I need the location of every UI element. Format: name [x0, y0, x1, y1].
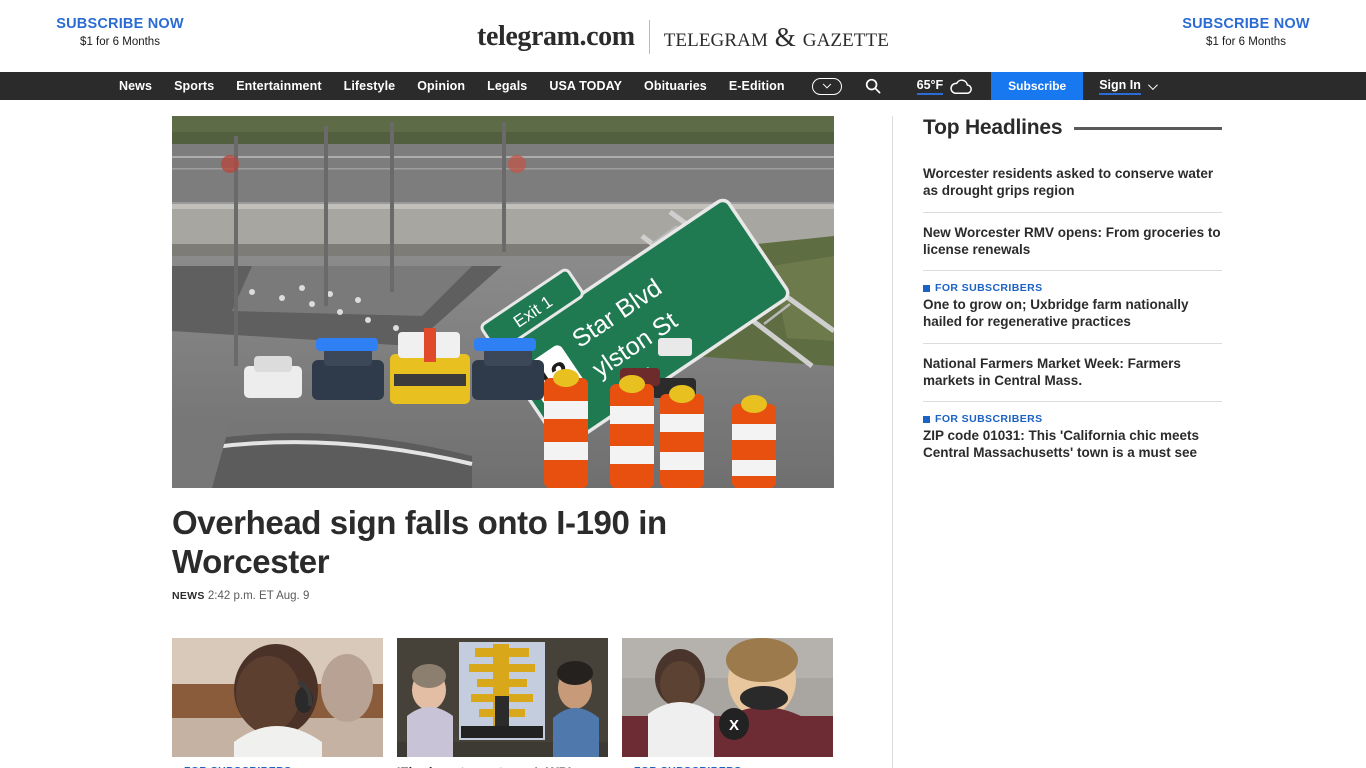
- sign-in-menu[interactable]: Sign In: [1083, 72, 1171, 100]
- weather-temperature: 65°F: [916, 78, 944, 95]
- headline-item-5[interactable]: FOR SUBSCRIBERS ZIP code 01031: This 'Ca…: [923, 402, 1222, 474]
- chevron-down-icon: [1147, 79, 1158, 90]
- hero-image[interactable]: 12 Star Blvd ylston St 1 MILE Exit 1: [172, 116, 834, 488]
- chevron-down-icon: [822, 80, 831, 89]
- top-headlines-sidebar: Top Headlines Worcester residents asked …: [892, 116, 1222, 768]
- hero-headline[interactable]: Overhead sign falls onto I-190 in Worces…: [172, 504, 772, 581]
- subscriber-badge-label: FOR SUBSCRIBERS: [935, 413, 1043, 426]
- nav-item-opinion[interactable]: Opinion: [406, 72, 476, 100]
- thumbnail-article-2[interactable]: 'Fire is not new to me': WPI: [397, 638, 608, 768]
- hero-timestamp: 2:42 p.m. ET Aug. 9: [207, 590, 310, 603]
- nav-item-entertainment[interactable]: Entertainment: [225, 72, 332, 100]
- nav-item-news[interactable]: News: [108, 72, 163, 100]
- masthead-paper-name: Telegram & Gazette: [663, 21, 889, 52]
- badge-square-icon: [923, 284, 930, 292]
- subscriber-badge-label: FOR SUBSCRIBERS: [935, 282, 1043, 295]
- nav-item-e-edition[interactable]: E-Edition: [718, 72, 796, 100]
- nav-links: News Sports Entertainment Lifestyle Opin…: [108, 72, 796, 100]
- svg-text:X: X: [729, 717, 739, 734]
- headline-title-5[interactable]: ZIP code 01031: This 'California chic me…: [923, 427, 1222, 462]
- sidebar-header: Top Headlines: [923, 116, 1222, 140]
- sidebar-title: Top Headlines: [923, 116, 1063, 139]
- subscribe-promo-left[interactable]: SUBSCRIBE NOW $1 for 6 Months: [5, 16, 235, 50]
- nav-item-legals[interactable]: Legals: [476, 72, 538, 100]
- subscribe-promo-right-title: SUBSCRIBE NOW: [1182, 16, 1310, 32]
- subscriber-badge: FOR SUBSCRIBERS: [923, 413, 1222, 425]
- headline-title-3[interactable]: One to grow on; Uxbridge farm nationally…: [923, 296, 1222, 331]
- thumbnail-image-3[interactable]: X: [622, 638, 833, 758]
- top-promo-bar: SUBSCRIBE NOW $1 for 6 Months telegram.c…: [0, 0, 1366, 72]
- headline-item-4[interactable]: National Farmers Market Week: Farmers ma…: [923, 344, 1222, 403]
- subscribe-promo-right[interactable]: SUBSCRIBE NOW $1 for 6 Months: [1131, 16, 1361, 50]
- weather-widget[interactable]: 65°F: [893, 72, 988, 100]
- hero-byline: NEWS 2:42 p.m. ET Aug. 9: [172, 590, 834, 602]
- masthead-site-name: telegram.com: [477, 21, 635, 52]
- nav-item-lifestyle[interactable]: Lifestyle: [333, 72, 407, 100]
- hero-section-label: NEWS: [172, 590, 205, 603]
- headline-item-1[interactable]: Worcester residents asked to conserve wa…: [923, 154, 1222, 213]
- nav-item-sports[interactable]: Sports: [163, 72, 225, 100]
- search-button[interactable]: [853, 72, 893, 100]
- headline-item-3[interactable]: FOR SUBSCRIBERS One to grow on; Uxbridge…: [923, 271, 1222, 344]
- search-icon: [865, 78, 881, 94]
- secondary-article-row: FOR SUBSCRIBERS: [172, 638, 862, 768]
- badge-square-icon: [923, 415, 930, 423]
- thumbnail-image-2[interactable]: [397, 638, 608, 758]
- masthead-divider: [648, 20, 650, 54]
- subscribe-promo-left-title: SUBSCRIBE NOW: [56, 16, 184, 32]
- nav-item-obituaries[interactable]: Obituaries: [633, 72, 718, 100]
- sign-in-label: Sign In: [1099, 78, 1141, 95]
- thumbnail-image-1[interactable]: [172, 638, 383, 758]
- main-navigation: News Sports Entertainment Lifestyle Opin…: [0, 72, 1366, 100]
- thumbnail-article-1[interactable]: FOR SUBSCRIBERS: [172, 638, 383, 768]
- subscribe-button[interactable]: Subscribe: [991, 72, 1084, 100]
- nav-tools: 65°F Subscribe Sign In: [801, 72, 1171, 100]
- headline-title-4[interactable]: National Farmers Market Week: Farmers ma…: [923, 355, 1222, 390]
- masthead[interactable]: telegram.com Telegram & Gazette: [477, 20, 889, 54]
- page-body: 12 Star Blvd ylston St 1 MILE Exit 1: [0, 100, 1366, 768]
- subscribe-promo-left-sub: $1 for 6 Months: [80, 36, 160, 48]
- hero-article[interactable]: 12 Star Blvd ylston St 1 MILE Exit 1: [172, 116, 834, 602]
- headline-title-2[interactable]: New Worcester RMV opens: From groceries …: [923, 224, 1222, 259]
- thumbnail-article-3[interactable]: X FOR SUBSCRIBERS: [622, 638, 833, 768]
- headline-item-2[interactable]: New Worcester RMV opens: From groceries …: [923, 213, 1222, 272]
- headline-title-1[interactable]: Worcester residents asked to conserve wa…: [923, 165, 1222, 200]
- sidebar-title-rule: [1074, 126, 1222, 130]
- nav-item-usa-today[interactable]: USA TODAY: [538, 72, 633, 100]
- more-menu-button[interactable]: [811, 77, 842, 95]
- main-content: 12 Star Blvd ylston St 1 MILE Exit 1: [172, 116, 862, 768]
- subscribe-promo-right-sub: $1 for 6 Months: [1206, 36, 1286, 48]
- cloud-icon: [950, 79, 973, 94]
- subscriber-badge: FOR SUBSCRIBERS: [923, 282, 1222, 294]
